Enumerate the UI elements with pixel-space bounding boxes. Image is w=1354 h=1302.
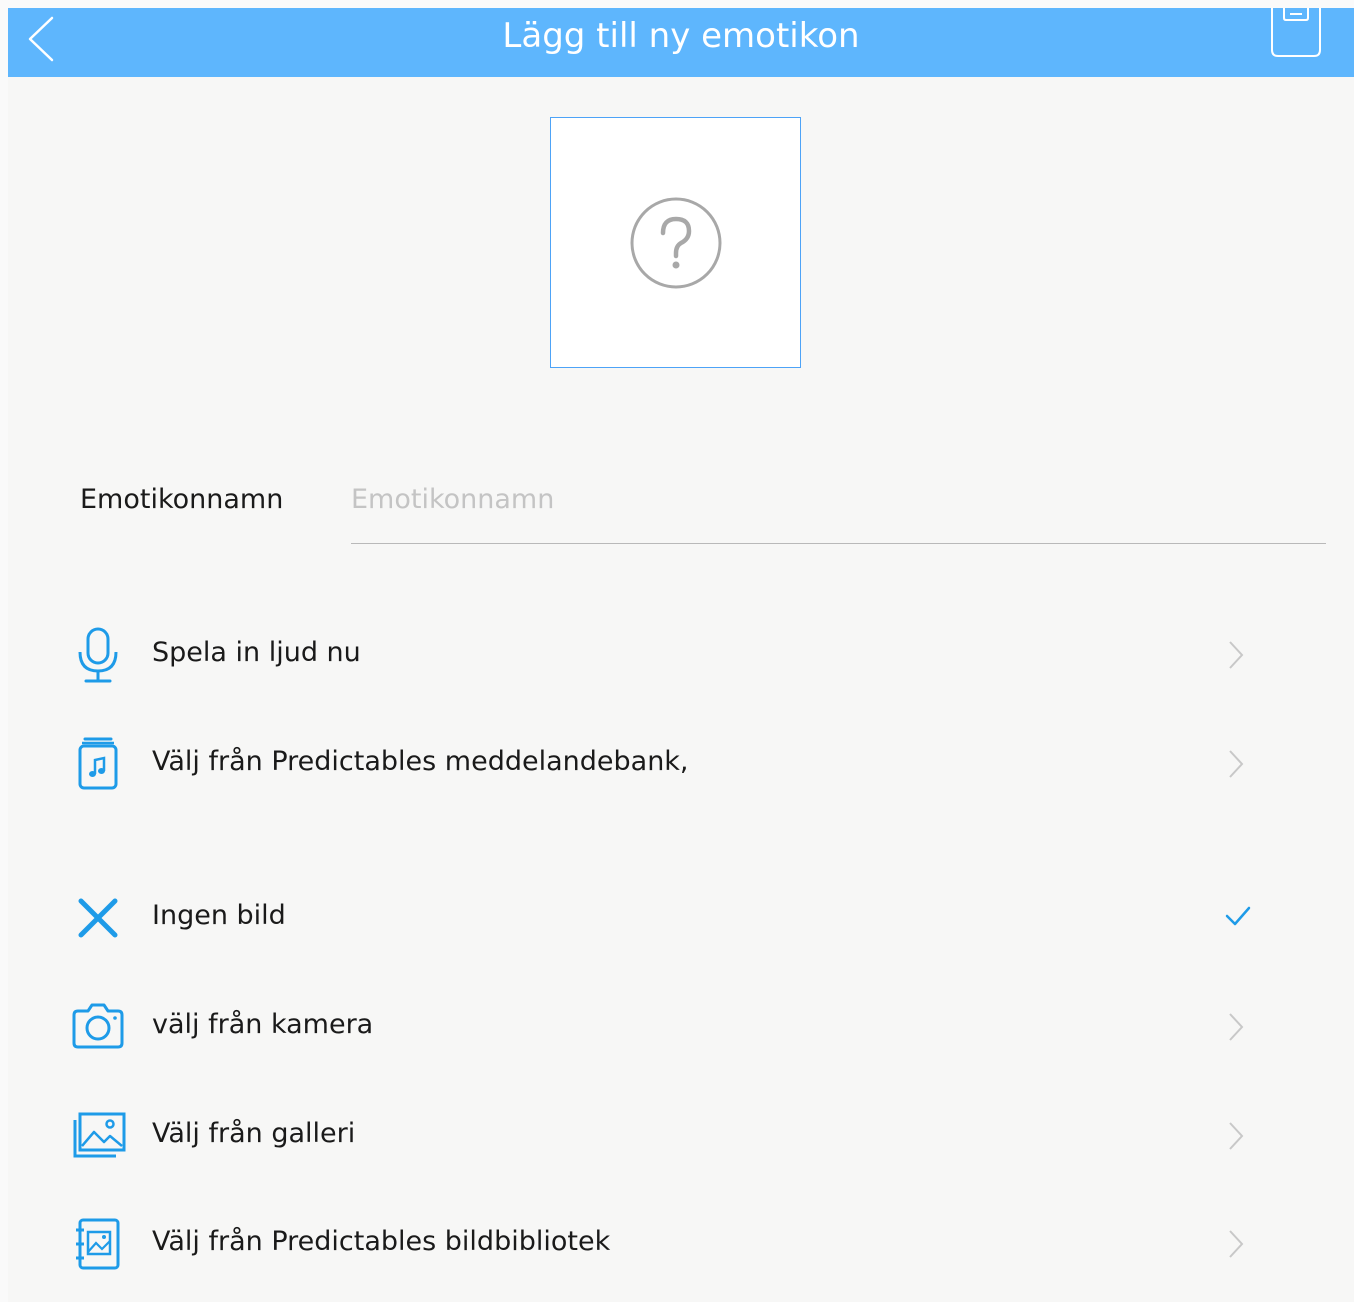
chevron-right-icon — [1229, 1013, 1244, 1041]
option-label: Ingen bild — [152, 900, 286, 931]
chevron-right-icon — [1229, 1122, 1244, 1150]
chevron-right-icon — [1229, 641, 1244, 669]
emoticon-name-label: Emotikonnamn — [80, 484, 284, 515]
option-gallery[interactable]: Välj från galleri — [8, 1086, 1354, 1186]
option-record-sound[interactable]: Spela in ljud nu — [8, 605, 1354, 705]
header-bar: Lägg till ny emotikon — [8, 8, 1354, 77]
option-camera[interactable]: välj från kamera — [8, 977, 1354, 1077]
option-no-image[interactable]: Ingen bild — [8, 868, 1354, 968]
option-label: Välj från galleri — [152, 1118, 356, 1149]
emoticon-image-preview[interactable] — [550, 117, 801, 368]
music-library-icon — [78, 737, 118, 790]
save-button[interactable] — [1268, 8, 1324, 60]
emoticon-name-input[interactable] — [351, 478, 1326, 544]
chevron-right-icon — [1229, 750, 1244, 778]
save-icon — [1271, 8, 1321, 57]
option-label: Spela in ljud nu — [152, 637, 361, 668]
option-label: välj från kamera — [152, 1009, 374, 1040]
option-label: Välj från Predictables meddelandebank, — [152, 746, 689, 777]
add-emoticon-screen: Lägg till ny emotikon Emotikonnamn Spela… — [8, 8, 1354, 1302]
option-image-library[interactable]: Välj från Predictables bildbibliotek — [8, 1194, 1354, 1294]
option-label: Välj från Predictables bildbibliotek — [152, 1226, 611, 1257]
camera-icon — [72, 1003, 124, 1049]
image-library-icon — [76, 1218, 120, 1270]
page-title: Lägg till ny emotikon — [502, 16, 860, 56]
checkmark-icon — [1225, 906, 1251, 926]
option-message-bank[interactable]: Välj från Predictables meddelandebank, — [8, 714, 1354, 814]
gallery-icon — [73, 1112, 126, 1158]
chevron-right-icon — [1229, 1230, 1244, 1258]
microphone-icon — [78, 627, 118, 683]
close-icon — [78, 898, 118, 938]
question-circle-icon — [630, 197, 722, 289]
